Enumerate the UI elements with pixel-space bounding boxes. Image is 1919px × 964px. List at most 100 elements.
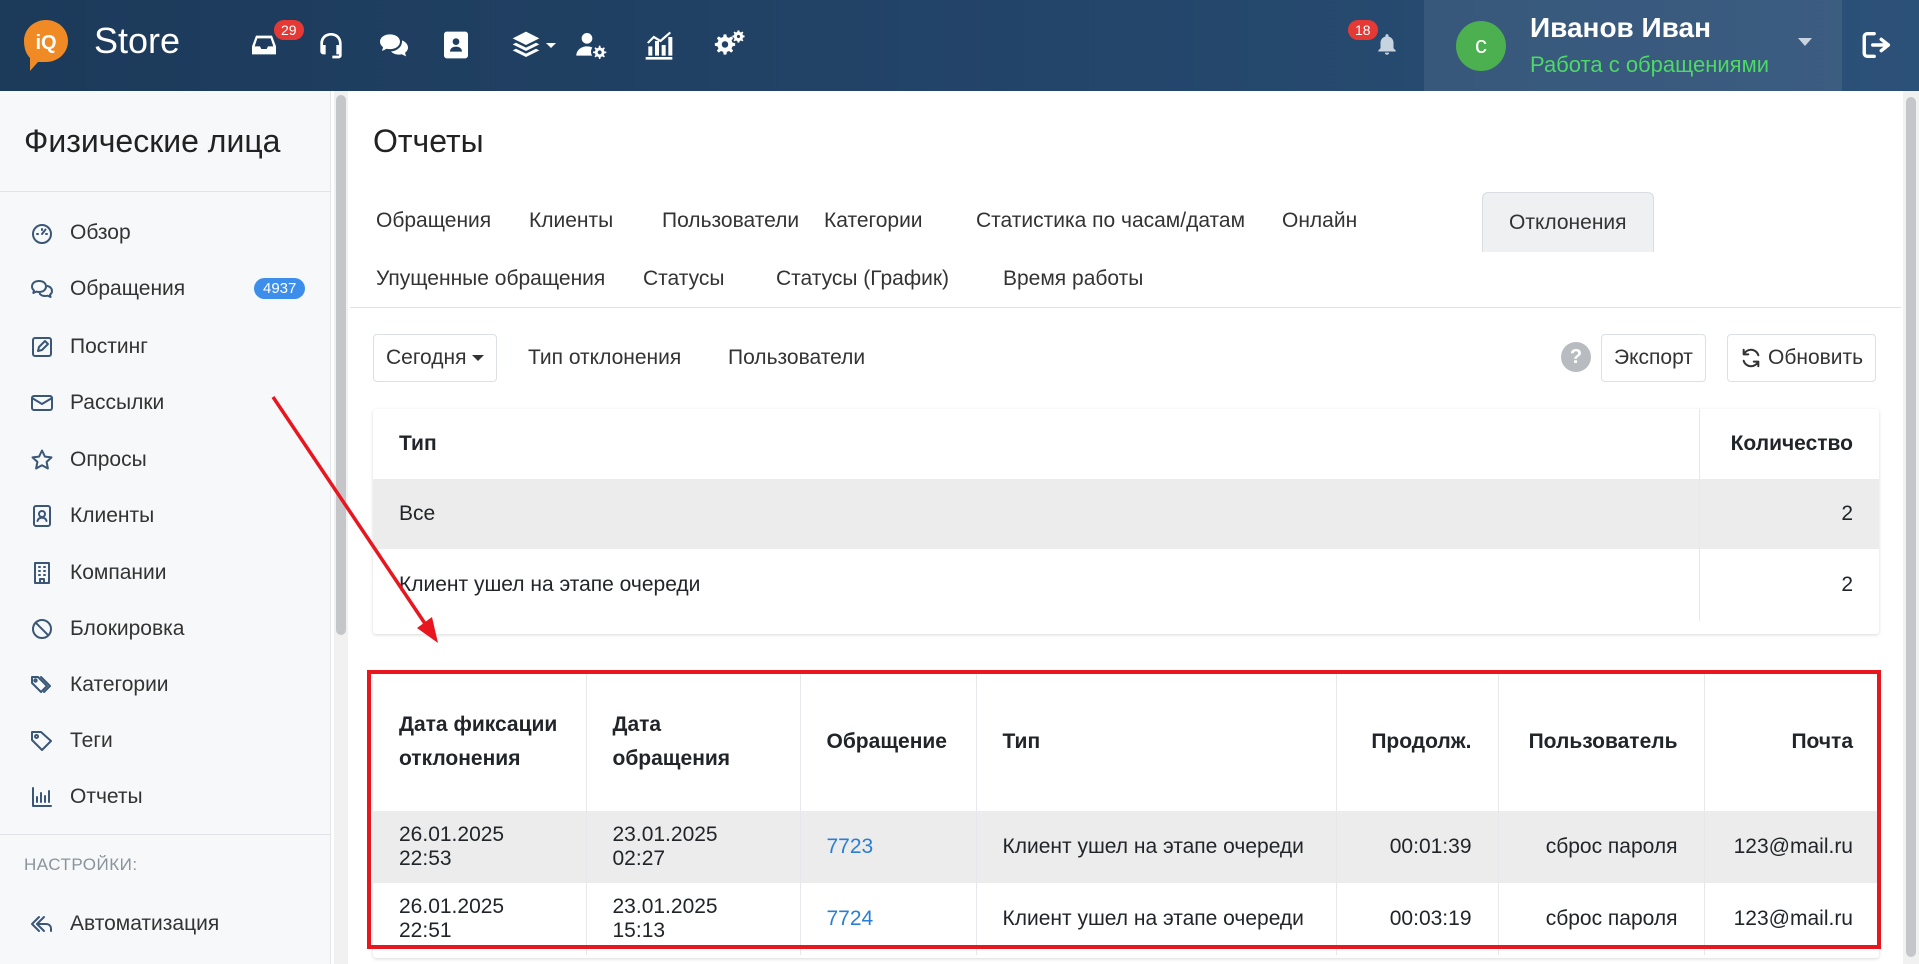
user-name: Иванов Иван: [1530, 12, 1712, 43]
table-row[interactable]: Клиент ушел на этапе очереди 2: [373, 549, 1879, 621]
chat-icon[interactable]: [377, 28, 411, 62]
sidebar-item-label: Автоматизация: [70, 912, 220, 935]
tags-icon: [28, 671, 56, 699]
sidebar-item-automation[interactable]: Автоматизация: [28, 904, 318, 944]
chart-icon: [28, 783, 56, 811]
tab-work-time[interactable]: Время работы: [977, 250, 1169, 308]
sidebar-item-companies[interactable]: Компании: [28, 553, 318, 593]
logout-icon[interactable]: [1860, 28, 1896, 64]
tab-appeals[interactable]: Обращения: [350, 192, 517, 250]
tab-categories[interactable]: Категории: [798, 192, 949, 250]
cell-user: сброс пароля: [1497, 811, 1704, 883]
block-icon: [28, 615, 56, 643]
sidebar-item-label: Теги: [70, 729, 113, 752]
edit-icon: [28, 333, 56, 361]
sidebar-item-appeals[interactable]: Обращения 4937: [28, 269, 318, 309]
user-menu[interactable]: с Иванов Иван Работа с обращениями: [1424, 0, 1842, 91]
refresh-button[interactable]: Обновить: [1727, 334, 1877, 382]
main-scrollbar-thumb[interactable]: [1906, 97, 1916, 957]
sidebar-item-mailings[interactable]: Рассылки: [28, 383, 318, 423]
contacts-icon[interactable]: [439, 28, 473, 62]
column-header-user: Пользователь: [1497, 673, 1704, 811]
cell-fixation-date: 26.01.2025 22:51: [399, 895, 505, 942]
cell-appeal: 7723: [799, 811, 976, 883]
tag-icon: [28, 727, 56, 755]
mail-icon: [28, 389, 56, 417]
sidebar-item-reports[interactable]: Отчеты: [28, 777, 318, 817]
table-row[interactable]: Все 2: [373, 479, 1879, 549]
layers-icon[interactable]: [509, 28, 543, 62]
column-header-count: Количество: [1698, 409, 1879, 479]
sidebar-item-label: Обзор: [70, 221, 131, 244]
detail-table-card: Дата фиксации отклонения Дата обращения …: [373, 673, 1879, 958]
analytics-icon[interactable]: [642, 28, 676, 62]
tab-missed-appeals[interactable]: Упущенные обращения: [350, 250, 631, 308]
sidebar-item-posting[interactable]: Постинг: [28, 327, 318, 367]
sidebar-item-tags[interactable]: Теги: [28, 721, 318, 761]
cell-appeal-date: 23.01.2025 15:13: [585, 883, 800, 955]
cell-user: сброс пароля: [1497, 883, 1704, 955]
brand-name[interactable]: Store: [94, 20, 180, 62]
cell-appeal-date: 23.01.2025 02:27: [585, 811, 800, 883]
star-icon: [28, 446, 56, 474]
sidebar-item-categories[interactable]: Категории: [28, 665, 318, 705]
detail-table: Дата фиксации отклонения Дата обращения …: [373, 673, 1879, 955]
sidebar-item-clients[interactable]: Клиенты: [28, 496, 318, 536]
sidebar: Физические лица Обзор Обращения 4937 Пос…: [0, 91, 331, 964]
cell-duration: 00:01:39: [1335, 811, 1498, 883]
headset-icon[interactable]: [314, 28, 348, 62]
cell-type: Клиент ушел на этапе очереди: [975, 883, 1336, 955]
summary-table-card: Тип Количество Все 2 Клиент ушел на этап…: [373, 409, 1879, 634]
sidebar-item-surveys[interactable]: Опросы: [28, 440, 318, 480]
tab-statuses[interactable]: Статусы: [617, 250, 750, 308]
notifications-badge: 18: [1348, 20, 1378, 40]
sidebar-item-blocking[interactable]: Блокировка: [28, 609, 318, 649]
export-button[interactable]: Экспорт: [1601, 334, 1706, 382]
deviation-type-filter[interactable]: Тип отклонения: [528, 334, 681, 382]
sidebar-scrollbar[interactable]: [334, 91, 348, 964]
column-header-appeal: Обращение: [799, 673, 976, 811]
help-icon[interactable]: ?: [1561, 342, 1591, 372]
sidebar-item-label: Отчеты: [70, 785, 143, 808]
table-header-row: Тип Количество: [373, 409, 1879, 479]
main-content: Отчеты Обращения Клиенты Пользователи Ка…: [350, 91, 1901, 964]
sidebar-divider: [0, 834, 331, 835]
building-icon: [28, 559, 56, 587]
appeal-link[interactable]: 7723: [827, 835, 874, 858]
period-dropdown[interactable]: Сегодня: [373, 334, 498, 382]
sidebar-item-label: Рассылки: [70, 391, 165, 414]
cell-count: 2: [1698, 479, 1879, 549]
tab-clients[interactable]: Клиенты: [503, 192, 639, 250]
summary-table: Тип Количество Все 2 Клиент ушел на этап…: [373, 409, 1879, 621]
layers-caret-icon[interactable]: [546, 43, 556, 48]
cell-fixation-date: 26.01.2025 22:53: [399, 823, 505, 870]
column-header-appeal-date: Дата обращения: [585, 673, 800, 811]
tab-users[interactable]: Пользователи: [636, 192, 825, 250]
page-title: Отчеты: [373, 123, 484, 159]
logo-text: iQ: [35, 32, 56, 54]
table-row[interactable]: 26.01.2025 22:53 23.01.2025 02:27 7723 К…: [373, 811, 1879, 883]
refresh-label: Обновить: [1768, 346, 1864, 369]
sidebar-title: Физические лица: [24, 123, 281, 159]
tab-deviations[interactable]: Отклонения: [1482, 192, 1654, 252]
table-row[interactable]: 26.01.2025 22:51 23.01.2025 15:13 7724 К…: [373, 883, 1879, 955]
dashboard-icon: [28, 219, 56, 247]
sidebar-item-overview[interactable]: Обзор: [28, 213, 318, 253]
chevron-down-icon: [472, 355, 485, 361]
tab-statuses-chart[interactable]: Статусы (График): [750, 250, 975, 308]
refresh-icon: [1742, 348, 1760, 368]
user-settings-icon[interactable]: [574, 28, 608, 62]
top-bar: iQ Store 29 18 с Иванов Иван Работа с об…: [0, 0, 1919, 91]
logo-icon[interactable]: iQ: [24, 19, 69, 72]
tab-online[interactable]: Онлайн: [1256, 192, 1383, 250]
tab-hour-date-stats[interactable]: Статистика по часам/датам: [950, 192, 1271, 250]
cell-email: 123@mail.ru: [1703, 883, 1879, 955]
appeal-link[interactable]: 7724: [827, 907, 874, 930]
system-settings-icon[interactable]: [712, 28, 746, 62]
sidebar-scrollbar-thumb[interactable]: [336, 95, 346, 635]
main-scrollbar[interactable]: [1903, 91, 1919, 964]
cell-appeal: 7724: [799, 883, 976, 955]
inbox-badge: 29: [274, 20, 304, 40]
column-header-duration: Продолж.: [1335, 673, 1498, 811]
users-filter[interactable]: Пользователи: [728, 334, 865, 382]
